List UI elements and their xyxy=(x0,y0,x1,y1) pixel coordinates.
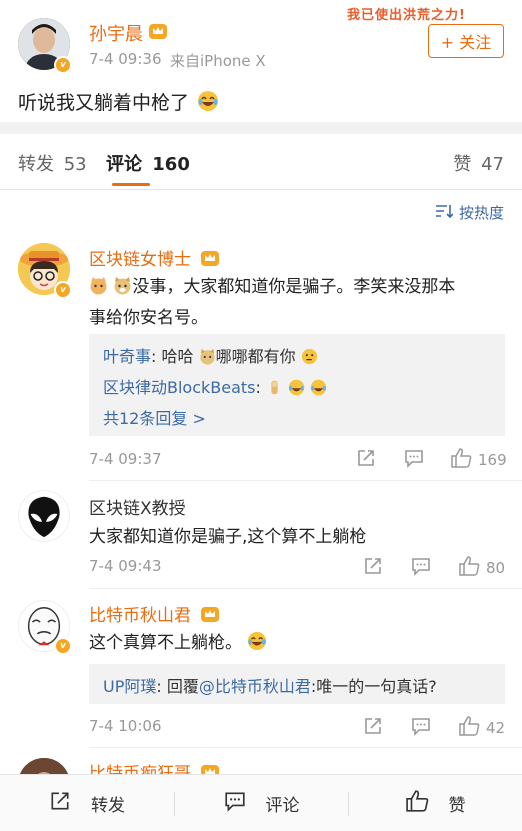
reply-text: 哈哈 xyxy=(161,347,194,366)
comment-text: 没事，大家都知道你是骗子。李笑来没那本 事给你安名号。 xyxy=(89,273,455,332)
like-comment-button[interactable]: 80 xyxy=(459,556,505,580)
comment-like-count: 80 xyxy=(486,559,506,577)
verified-badge-icon: v xyxy=(54,637,72,655)
comment-text: 大家都知道你是骗子,这个算不上躺枪 xyxy=(89,527,367,547)
sort-icon xyxy=(435,204,454,222)
reply-user[interactable]: UP阿璞 xyxy=(103,677,156,696)
comment-author-text: 区块链女博士 xyxy=(89,250,191,270)
comment-time: 7-4 09:43 xyxy=(89,557,162,575)
bottom-like-button[interactable]: 赞 xyxy=(349,775,522,831)
reply-item[interactable]: 区块律动BlockBeats: xyxy=(103,374,327,400)
sort-label: 按热度 xyxy=(458,204,504,222)
reply-mention[interactable]: @比特币秋山君 xyxy=(199,677,311,696)
reply-user[interactable]: 叶奇事 xyxy=(103,347,151,366)
bottom-comment-label: 评论 xyxy=(265,796,300,816)
more-replies-link[interactable]: 共12条回复 > xyxy=(103,405,206,429)
repost-icon xyxy=(49,790,81,817)
thumbs-up-icon xyxy=(459,716,480,740)
comment-author[interactable]: 区块链女博士 xyxy=(89,245,220,272)
tab-like[interactable]: 赞 47 xyxy=(453,150,504,176)
comment-time: 7-4 09:37 xyxy=(89,450,162,468)
reply-item[interactable]: UP阿璞: 回覆@比特币秋山君:唯一的一句真话? xyxy=(103,673,437,697)
reply-prefix: 回覆 xyxy=(166,677,199,696)
reply-text: 哪哪都有你 xyxy=(215,347,296,366)
comment-author[interactable]: 区块链X教授 xyxy=(89,494,186,519)
reply-item[interactable]: 叶奇事: 哈哈 哪哪都有你 xyxy=(103,343,318,369)
post-banner-decoration: 我已使出洪荒之力! xyxy=(347,8,466,23)
thinking-emoji-icon xyxy=(301,348,318,369)
verified-badge-icon: v xyxy=(54,281,72,299)
post-content-text: 听说我又躺着中枪了 xyxy=(18,92,190,114)
reply-comment-icon[interactable] xyxy=(404,448,424,472)
comment-divider xyxy=(89,588,522,589)
tab-comment-count: 160 xyxy=(152,154,190,175)
reply-box: 叶奇事: 哈哈 哪哪都有你 区块律动BlockBeats: 共12条回复 > xyxy=(89,334,505,436)
comment-avatar[interactable] xyxy=(18,490,70,542)
laugh-cry-emoji-icon xyxy=(247,631,267,656)
post-author-name[interactable]: 孙宇晨 xyxy=(89,20,143,46)
bottom-comment-button[interactable]: 评论 xyxy=(175,775,348,831)
comment-text-line: 这个真算不上躺枪。 xyxy=(89,633,242,653)
comment-divider xyxy=(89,480,522,481)
laugh-cry-emoji-icon xyxy=(310,379,327,400)
tab-repost[interactable]: 转发 53 xyxy=(18,150,87,176)
tab-comment[interactable]: 评论 160 xyxy=(106,150,190,176)
tab-repost-count: 53 xyxy=(63,154,87,175)
comment-text-line: 没事，大家都知道你是骗子。李笑来没那本 xyxy=(132,277,456,297)
reply-user[interactable]: 区块律动BlockBeats xyxy=(103,378,256,397)
bottom-like-label: 赞 xyxy=(448,796,466,816)
post-content: 听说我又躺着中枪了 xyxy=(18,88,219,117)
doge-emoji-icon xyxy=(199,348,216,369)
comment-icon xyxy=(224,790,256,817)
sort-by-hot-button[interactable]: 按热度 xyxy=(435,202,504,223)
comment-like-count: 169 xyxy=(478,451,507,469)
tabs-divider xyxy=(0,189,522,190)
post-source-text: 来自iPhone X xyxy=(170,52,266,70)
thumbs-up-icon xyxy=(459,556,480,580)
post-time: 7-4 09:36 xyxy=(89,50,162,68)
repost-comment-icon[interactable] xyxy=(363,716,383,740)
repost-comment-icon[interactable] xyxy=(356,448,376,472)
tab-repost-label: 转发 xyxy=(18,154,54,175)
comment-text-line: 事给你安名号。 xyxy=(89,308,208,328)
comment-text: 这个真算不上躺枪。 xyxy=(89,628,267,656)
doge-emoji-icon xyxy=(113,276,132,304)
weibo-post-page: v 孙宇晨 7-4 09:36 来自iPhone X 我已使出洪荒之力! + 关… xyxy=(0,0,522,831)
like-comment-button[interactable]: 42 xyxy=(459,716,505,740)
tab-like-label: 赞 xyxy=(453,154,472,175)
reply-comment-icon[interactable] xyxy=(411,556,431,580)
comment-divider xyxy=(89,747,522,748)
cat-emoji-icon xyxy=(89,276,108,304)
laugh-cry-emoji-icon xyxy=(288,379,305,400)
bottom-repost-button[interactable]: 转发 xyxy=(0,775,174,831)
like-comment-button[interactable]: 169 xyxy=(451,448,507,472)
repost-comment-icon[interactable] xyxy=(363,556,383,580)
laugh-cry-emoji-icon xyxy=(197,90,219,117)
vip-crown-icon xyxy=(200,249,220,272)
comment-author[interactable]: 比特币秋山君 xyxy=(89,601,220,628)
tab-comment-underline xyxy=(112,183,150,186)
follow-button[interactable]: + 关注 xyxy=(428,24,504,58)
verified-badge-icon: v xyxy=(54,56,72,74)
thumbs-up-icon xyxy=(451,448,472,472)
reply-text: :唯一的一句真话? xyxy=(310,677,437,696)
bottom-repost-label: 转发 xyxy=(91,796,125,816)
follow-button-label: + 关注 xyxy=(440,33,492,52)
comment-time: 7-4 10:06 xyxy=(89,717,162,735)
reply-comment-icon[interactable] xyxy=(411,716,431,740)
tab-comment-label: 评论 xyxy=(106,154,142,175)
post-source: 来自iPhone X xyxy=(170,50,266,71)
thumbs-up-icon xyxy=(405,790,439,817)
section-divider xyxy=(0,122,522,134)
reply-box: UP阿璞: 回覆@比特币秋山君:唯一的一句真话? xyxy=(89,664,505,704)
cry-emoji-icon xyxy=(266,379,283,400)
comment-like-count: 42 xyxy=(486,719,506,737)
vip-crown-icon xyxy=(148,22,168,44)
bottom-action-bar: 转发 评论 赞 xyxy=(0,774,522,831)
vip-crown-icon xyxy=(200,605,220,628)
tab-like-count: 47 xyxy=(481,154,504,175)
comment-author-text: 比特币秋山君 xyxy=(89,606,191,626)
